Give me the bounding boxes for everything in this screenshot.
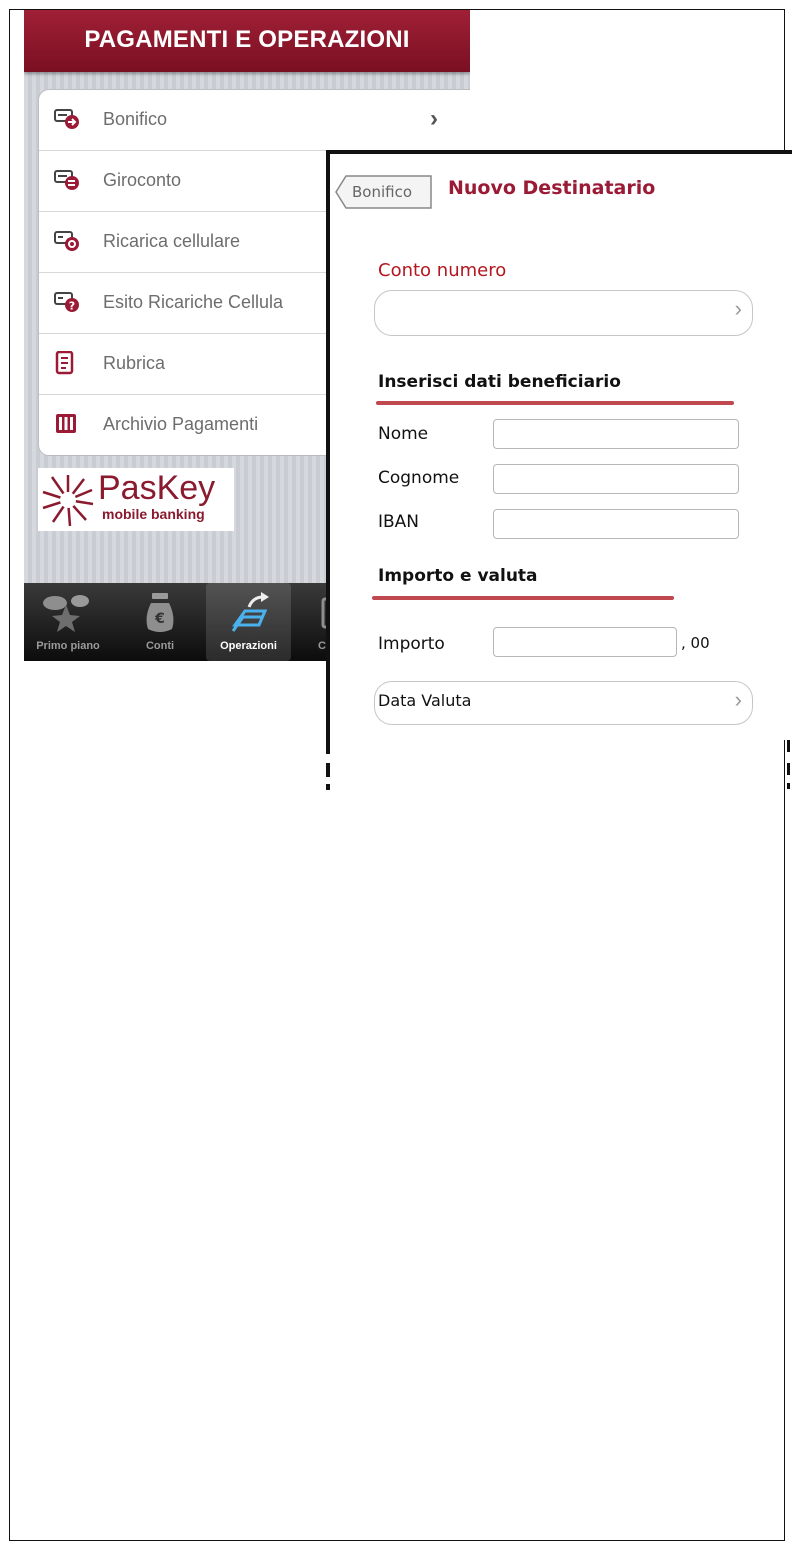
transfer-out-icon: [54, 109, 79, 129]
chevron-right-icon: ›: [734, 296, 742, 321]
tab-label: Conti: [145, 640, 175, 652]
topup-status-icon: ?: [54, 292, 79, 313]
tab-primo-piano[interactable]: Primo piano: [24, 583, 112, 661]
menu-item-label: Esito Ricariche Cellula: [103, 292, 284, 312]
mobile-topup-icon: [54, 231, 79, 251]
panel-title: Nuovo Destinatario: [448, 177, 656, 199]
tab-label: Primo piano: [36, 640, 100, 652]
iban-label: IBAN: [378, 512, 420, 532]
importo-field[interactable]: [493, 627, 677, 657]
money-bag-icon: €: [146, 593, 174, 632]
dashed-border-segment: [787, 763, 790, 775]
operations-icon: [231, 592, 269, 632]
logo-subtitle: mobile banking: [102, 506, 205, 522]
nome-field[interactable]: [493, 419, 739, 449]
svg-text:?: ?: [69, 300, 75, 313]
header-bar: PAGAMENTI E OPERAZIONI: [24, 10, 470, 72]
tab-conti[interactable]: € Conti: [121, 583, 199, 661]
star-balloons-icon: [43, 595, 89, 632]
nome-label: Nome: [378, 424, 429, 444]
section-underline: [376, 401, 734, 405]
menu-item-label: Bonifico: [103, 109, 168, 129]
dashed-border-segment: [326, 784, 330, 790]
tab-operazioni[interactable]: Operazioni: [206, 583, 291, 661]
dashed-border-segment: [787, 783, 790, 789]
logo-text: PasKey: [98, 469, 216, 507]
cents-suffix: , 00: [681, 634, 710, 652]
cognome-field[interactable]: [493, 464, 739, 494]
payment-archive-icon: [56, 414, 76, 433]
menu-item-label: Rubrica: [103, 353, 166, 373]
menu-item-label: Archivio Pagamenti: [103, 414, 259, 434]
menu-item-label: Giroconto: [103, 170, 182, 190]
chevron-right-icon: ›: [734, 687, 742, 712]
iban-field[interactable]: [493, 509, 739, 539]
paskey-logo: PasKey mobile banking: [38, 468, 234, 531]
dashed-border-segment: [326, 763, 330, 777]
page-title: PAGAMENTI E OPERAZIONI: [84, 26, 410, 53]
beneficiary-section-heading: Inserisci dati beneficiario: [378, 372, 621, 392]
data-valuta-label: Data Valuta: [378, 691, 472, 710]
importo-label: Importo: [378, 634, 445, 654]
back-button-label[interactable]: Bonifico: [352, 183, 412, 201]
account-number-selector[interactable]: ›: [374, 290, 753, 336]
account-number-label: Conto numero: [378, 260, 507, 281]
chevron-right-icon: ›: [430, 105, 438, 132]
address-book-icon: [55, 351, 74, 375]
tab-label: Operazioni: [220, 640, 277, 652]
amount-section-heading: Importo e valuta: [378, 566, 538, 586]
section-underline: [372, 596, 674, 600]
menu-item-label: Ricarica cellulare: [103, 231, 241, 251]
dashed-border-segment: [787, 740, 790, 752]
sunburst-logo-icon: [42, 475, 94, 527]
transfer-between-icon: [54, 170, 79, 190]
cognome-label: Cognome: [378, 468, 460, 488]
menu-item-bonifico[interactable]: Bonifico ›: [39, 90, 470, 151]
dashed-border-segment: [326, 740, 330, 754]
svg-text:€: €: [154, 611, 165, 627]
